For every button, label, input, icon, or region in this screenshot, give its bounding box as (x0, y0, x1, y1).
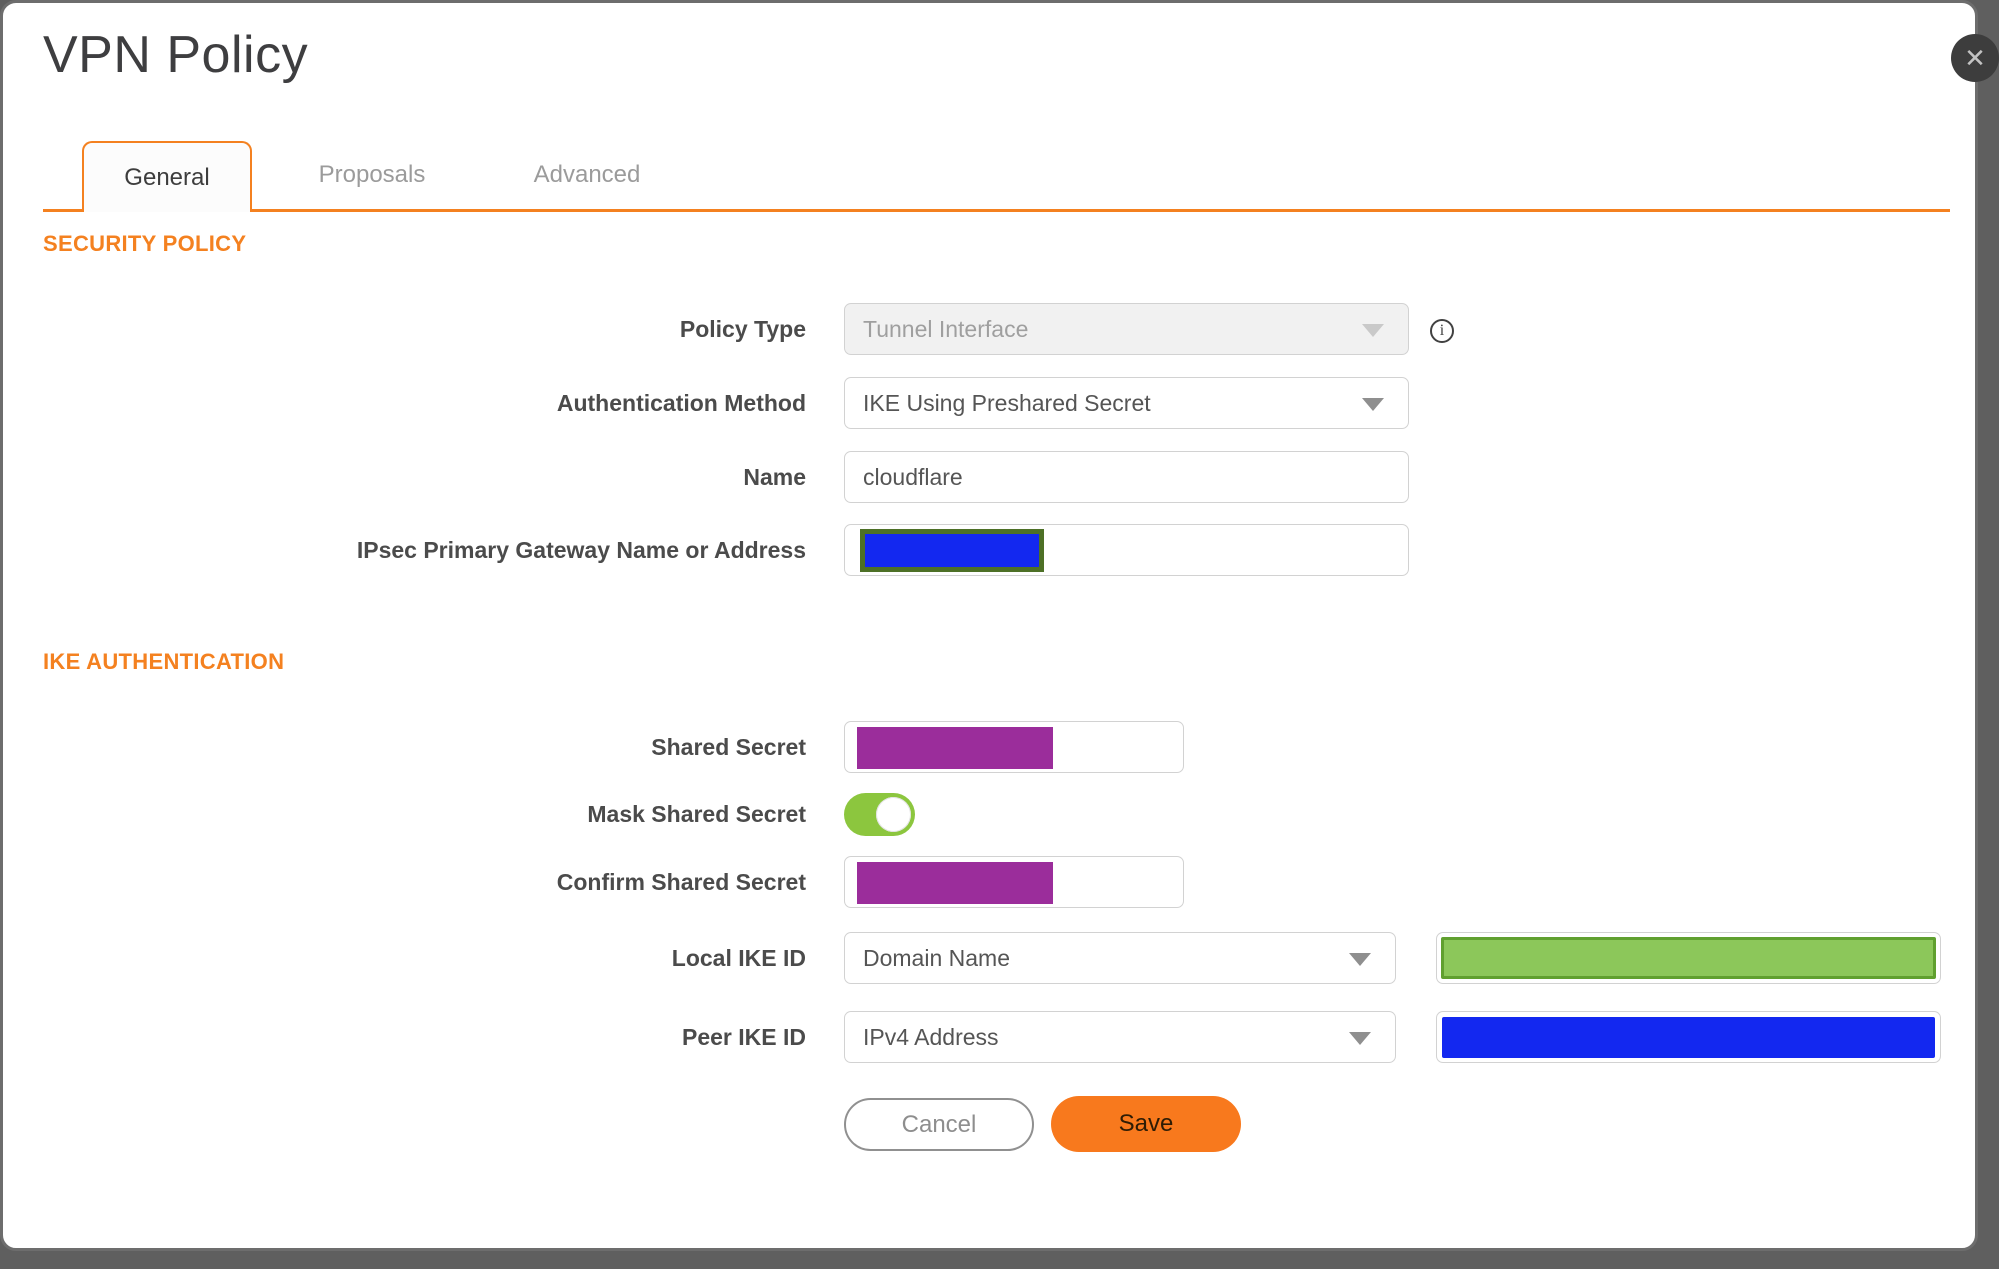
page-title: VPN Policy (43, 26, 309, 84)
chevron-down-icon (1349, 953, 1371, 966)
authentication-method-select[interactable]: IKE Using Preshared Secret (844, 377, 1409, 429)
policy-type-select[interactable]: Tunnel Interface (844, 303, 1409, 355)
name-value: cloudflare (863, 464, 963, 490)
ike-authentication-heading: IKE AUTHENTICATION (43, 649, 285, 674)
toggle-knob (876, 797, 911, 832)
local-ike-id-label: Local IKE ID (671, 945, 806, 971)
tab-general[interactable]: General (82, 141, 252, 212)
tab-advanced[interactable]: Advanced (492, 141, 682, 209)
redacted-gateway-value (860, 529, 1044, 572)
shared-secret-label: Shared Secret (651, 734, 806, 760)
redacted-shared-secret-value (857, 727, 1053, 769)
mask-shared-secret-label: Mask Shared Secret (587, 801, 806, 827)
close-button[interactable]: ✕ (1951, 34, 1999, 82)
redacted-confirm-secret-value (857, 862, 1053, 904)
info-icon-glyph: i (1439, 322, 1445, 339)
policy-type-value: Tunnel Interface (863, 316, 1029, 342)
authentication-method-value: IKE Using Preshared Secret (863, 390, 1151, 416)
cancel-button[interactable]: Cancel (844, 1098, 1034, 1151)
tab-underline (43, 209, 1950, 212)
save-button-label: Save (1118, 1110, 1174, 1137)
tab-proposals-label: Proposals (318, 161, 426, 188)
vpn-policy-dialog: VPN Policy General Proposals Advanced SE… (0, 0, 1978, 1251)
authentication-method-label: Authentication Method (556, 390, 806, 416)
gateway-label: IPsec Primary Gateway Name or Address (356, 537, 806, 563)
policy-type-label: Policy Type (679, 316, 806, 342)
info-icon[interactable]: i (1430, 319, 1454, 343)
local-ike-id-value-input[interactable] (1436, 932, 1941, 984)
name-label: Name (743, 464, 806, 490)
close-icon: ✕ (1964, 42, 1986, 73)
shared-secret-input[interactable] (844, 721, 1184, 773)
tab-advanced-label: Advanced (533, 161, 641, 188)
security-policy-heading: SECURITY POLICY (43, 231, 247, 256)
local-ike-id-value: Domain Name (863, 945, 1010, 971)
chevron-down-icon (1349, 1032, 1371, 1045)
redacted-local-ike-value (1441, 937, 1936, 979)
peer-ike-id-value-input[interactable] (1436, 1011, 1941, 1063)
confirm-shared-secret-label: Confirm Shared Secret (556, 869, 806, 895)
name-input[interactable]: cloudflare (844, 451, 1409, 503)
cancel-button-label: Cancel (901, 1110, 977, 1138)
chevron-down-icon (1362, 398, 1384, 411)
tab-proposals[interactable]: Proposals (252, 141, 492, 209)
confirm-shared-secret-input[interactable] (844, 856, 1184, 908)
tab-general-label: General (124, 163, 210, 191)
chevron-down-icon (1362, 324, 1384, 337)
mask-shared-secret-toggle[interactable] (844, 793, 915, 836)
save-button[interactable]: Save (1051, 1096, 1241, 1152)
gateway-input[interactable] (844, 524, 1409, 576)
peer-ike-id-value: IPv4 Address (863, 1024, 999, 1050)
peer-ike-id-select[interactable]: IPv4 Address (844, 1011, 1396, 1063)
redacted-peer-ike-value (1442, 1017, 1935, 1058)
peer-ike-id-label: Peer IKE ID (682, 1024, 806, 1050)
local-ike-id-select[interactable]: Domain Name (844, 932, 1396, 984)
